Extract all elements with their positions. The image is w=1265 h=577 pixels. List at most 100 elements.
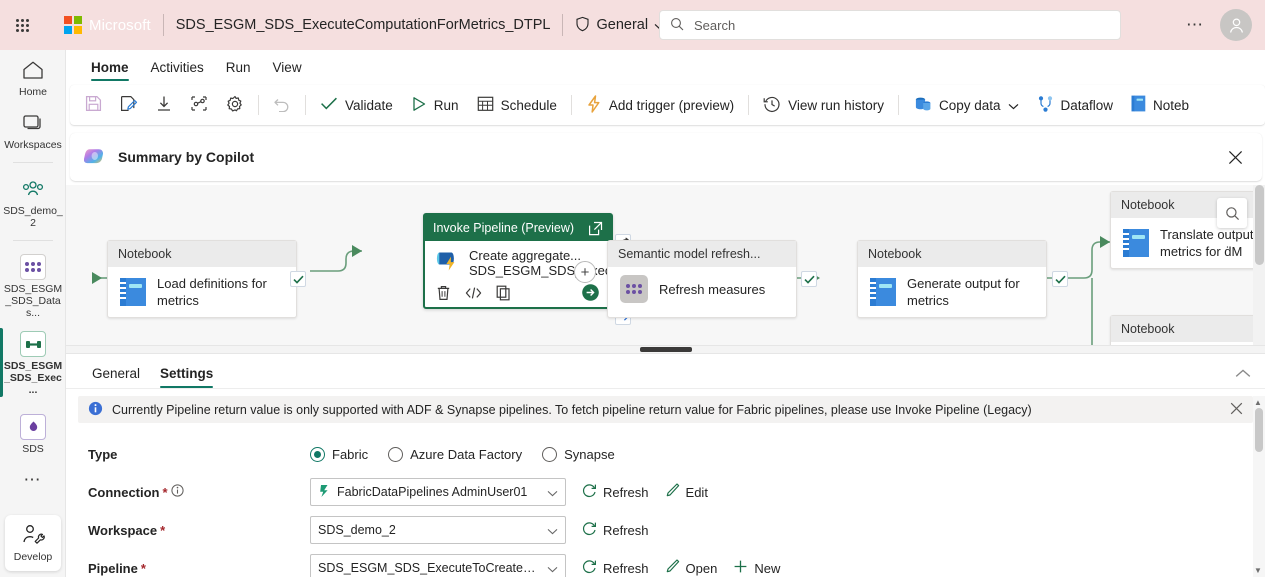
settings-button[interactable] bbox=[217, 90, 253, 120]
copy-data-button[interactable]: Copy data bbox=[904, 90, 1028, 120]
share-button[interactable] bbox=[181, 90, 217, 120]
code-icon[interactable] bbox=[465, 286, 482, 303]
info-circle-icon[interactable] bbox=[170, 484, 184, 500]
workspace-chip[interactable]: General bbox=[575, 16, 665, 35]
close-icon[interactable] bbox=[1230, 402, 1243, 418]
radio-azure-data-factory[interactable]: Azure Data Factory bbox=[388, 446, 523, 462]
field-label-text: Workspace bbox=[88, 522, 158, 538]
close-icon[interactable] bbox=[1222, 144, 1248, 170]
tab-general[interactable]: General bbox=[82, 366, 150, 388]
pipeline-dropdown[interactable]: SDS_ESGM_SDS_ExecuteToCreateAg... bbox=[310, 554, 566, 577]
validate-button[interactable]: Validate bbox=[311, 90, 402, 120]
canvas-scrollbar-thumb[interactable] bbox=[1255, 185, 1264, 265]
run-label: Run bbox=[433, 97, 459, 113]
connection-edit-label: Edit bbox=[685, 484, 708, 500]
duplicate-icon[interactable] bbox=[496, 285, 511, 304]
pipeline-node-semantic-refresh[interactable]: Semantic model refresh... Refresh measur… bbox=[607, 240, 797, 318]
splitter-grip[interactable] bbox=[639, 347, 692, 352]
sidebar-item-home[interactable]: Home bbox=[0, 50, 66, 103]
radio-label: Fabric bbox=[332, 446, 369, 462]
add-trigger-button[interactable]: Add trigger (preview) bbox=[577, 90, 743, 120]
search-box[interactable] bbox=[659, 10, 1121, 40]
tab-home[interactable]: Home bbox=[80, 60, 140, 81]
divider bbox=[570, 95, 572, 115]
tab-settings[interactable]: Settings bbox=[150, 366, 223, 388]
download-button[interactable] bbox=[147, 90, 181, 120]
top-bar: Microsoft SDS_ESGM_SDS_ExecuteComputatio… bbox=[0, 0, 1265, 50]
connection-edit-button[interactable]: Edit bbox=[665, 483, 708, 501]
delete-icon[interactable] bbox=[436, 285, 451, 304]
connection-dropdown[interactable]: FabricDataPipelines AdminUser01 bbox=[310, 478, 566, 506]
tab-view[interactable]: View bbox=[262, 60, 313, 81]
node-subtitle: SDS_ESGM_SDS_Exec... bbox=[469, 263, 623, 278]
run-icon[interactable] bbox=[581, 283, 600, 305]
node-body: Refresh measures bbox=[608, 267, 796, 311]
undo-button[interactable] bbox=[264, 90, 300, 120]
microsoft-logo[interactable]: Microsoft bbox=[64, 16, 151, 34]
node-type-label: Notebook bbox=[858, 241, 1046, 267]
info-icon bbox=[88, 401, 103, 419]
tab-activities[interactable]: Activities bbox=[140, 60, 215, 81]
edit-pencil-icon bbox=[665, 483, 680, 501]
pipeline-node-load-definitions[interactable]: Notebook Load definitions for metrics bbox=[107, 240, 297, 318]
open-external-icon[interactable] bbox=[588, 221, 603, 236]
search-input[interactable] bbox=[692, 16, 1096, 34]
sidebar-item-label: Workspaces bbox=[4, 139, 62, 151]
radio-indicator bbox=[542, 446, 558, 462]
view-run-history-button[interactable]: View run history bbox=[754, 90, 893, 120]
node-name: Generate output for metrics bbox=[907, 276, 1020, 308]
success-badge[interactable] bbox=[801, 271, 817, 287]
panel-scrollbar-thumb[interactable] bbox=[1255, 408, 1263, 452]
divider bbox=[162, 14, 164, 36]
more-horizontal-icon[interactable]: ⋯ bbox=[1182, 13, 1208, 37]
pipeline-new-button[interactable]: New bbox=[733, 559, 780, 577]
run-button[interactable]: Run bbox=[402, 90, 468, 120]
pipeline-open-label: Open bbox=[685, 560, 718, 576]
sidebar-item-sds-esgm-dataset[interactable]: SDS_ESGM_SDS_Datas... bbox=[0, 247, 66, 324]
pipeline-refresh-button[interactable]: Refresh bbox=[582, 559, 649, 577]
sidebar-item-sds-demo-2[interactable]: SDS_demo_2 bbox=[0, 169, 66, 234]
pipeline-open-button[interactable]: Open bbox=[665, 559, 718, 577]
add-trigger-label: Add trigger (preview) bbox=[608, 97, 735, 113]
notebook-button[interactable]: Noteb bbox=[1122, 90, 1198, 120]
share-icon bbox=[190, 95, 208, 115]
develop-button[interactable]: Develop bbox=[5, 515, 61, 571]
scroll-up-arrow-icon[interactable]: ▲ bbox=[1253, 398, 1263, 407]
connection-refresh-button[interactable]: Refresh bbox=[582, 483, 649, 501]
sidebar-item-sds[interactable]: SDS bbox=[0, 407, 66, 460]
people-group-icon bbox=[21, 176, 45, 202]
dataflow-button[interactable]: Dataflow bbox=[1028, 90, 1123, 120]
pipeline-new-label: New bbox=[754, 560, 781, 576]
success-badge[interactable] bbox=[290, 271, 306, 287]
panel-scrollbar[interactable]: ▲ ▼ bbox=[1253, 396, 1265, 577]
sidebar-item-workspaces[interactable]: Workspaces bbox=[0, 103, 66, 156]
account-avatar-icon[interactable] bbox=[1220, 9, 1252, 41]
sidebar-item-sds-esgm-pipeline[interactable]: SDS_ESGM_SDS_Exec... bbox=[0, 324, 66, 401]
pipeline-node-generate-output[interactable]: Notebook Generate output for metrics bbox=[857, 240, 1047, 318]
pipeline-icon bbox=[20, 331, 46, 357]
save-button[interactable] bbox=[76, 90, 111, 120]
workspaces-icon bbox=[22, 110, 45, 136]
radio-label: Azure Data Factory bbox=[410, 446, 523, 462]
chevron-down-icon bbox=[547, 561, 558, 576]
workspace-refresh-button[interactable]: Refresh bbox=[582, 521, 649, 539]
success-badge[interactable] bbox=[1052, 271, 1068, 287]
schedule-button[interactable]: Schedule bbox=[468, 90, 566, 120]
divider bbox=[258, 95, 259, 115]
field-row-workspace: Workspace * SDS_demo_2 Refresh bbox=[88, 511, 1265, 549]
app-launcher-icon[interactable] bbox=[0, 0, 44, 50]
save-as-button[interactable] bbox=[111, 90, 147, 120]
node-name: Refresh measures bbox=[659, 281, 766, 297]
add-activity-button[interactable]: + bbox=[574, 261, 596, 283]
scroll-down-arrow-icon[interactable]: ▼ bbox=[1253, 566, 1263, 575]
workspace-dropdown[interactable]: SDS_demo_2 bbox=[310, 516, 566, 544]
canvas-zoom-button[interactable] bbox=[1217, 198, 1247, 228]
chevron-up-icon[interactable] bbox=[1235, 366, 1251, 381]
radio-fabric[interactable]: Fabric bbox=[310, 446, 369, 462]
rail-more-icon[interactable]: ⋯ bbox=[0, 460, 66, 500]
canvas-scrollbar[interactable] bbox=[1253, 185, 1265, 351]
radio-synapse[interactable]: Synapse bbox=[542, 446, 615, 462]
sidebar-item-label: SDS bbox=[22, 443, 44, 455]
tab-run[interactable]: Run bbox=[215, 60, 262, 81]
pipeline-canvas[interactable]: Notebook Load definitions for metrics In… bbox=[66, 185, 1265, 351]
